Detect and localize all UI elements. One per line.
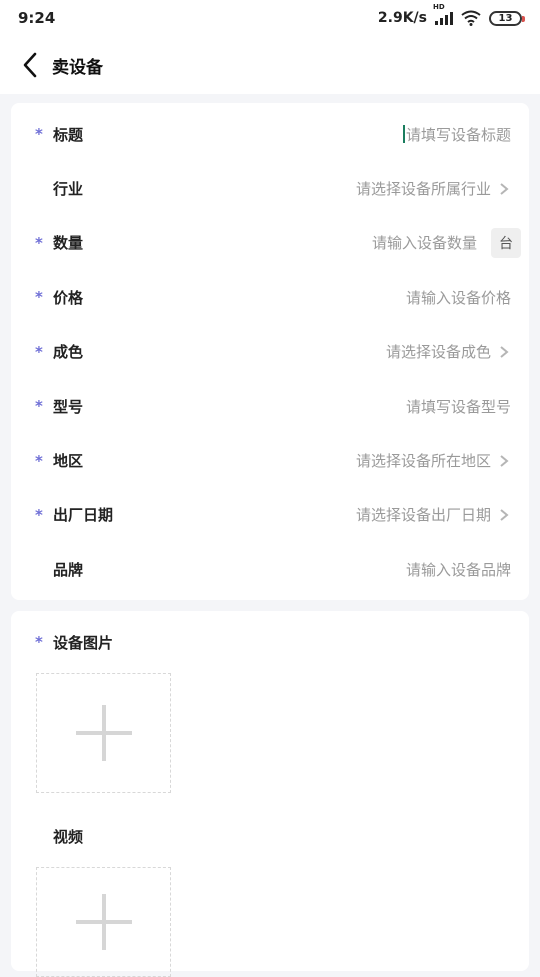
field-placeholder: 请输入设备数量 [371,234,477,253]
video-upload-button[interactable] [36,867,171,977]
images-label-row: * 设备图片 [11,611,529,673]
field-label: 数量 [53,234,84,253]
field-placeholder: 请选择设备所属行业 [355,180,491,199]
chevron-right-icon [500,182,509,195]
form-row[interactable]: * 型号 请填写设备型号 [11,379,529,433]
form-row[interactable]: * 出厂日期 请选择设备出厂日期 [11,488,529,542]
text-caret [402,125,405,144]
field-placeholder: 请选择设备出厂日期 [355,506,491,525]
chevron-left-icon [23,52,37,78]
field-placeholder: 请输入设备价格 [405,288,511,307]
net-speed: 2.9K/s [377,10,427,26]
form-row[interactable]: * 标题 请填写设备标题 [11,107,529,161]
field-input[interactable]: 请填写设备型号 [173,396,511,417]
field-label: 品牌 [53,560,84,579]
field-label: 出厂日期 [53,506,114,525]
form-row[interactable]: * 成色 请选择设备成色 [11,325,529,379]
hd-tag: HD [433,3,445,11]
chevron-right-icon [500,345,509,358]
required-star: * [35,233,43,252]
chevron-right-icon [500,509,509,521]
required-star: * [35,342,43,361]
field-placeholder: 请选择设备成色 [385,343,491,362]
field-select[interactable]: 请选择设备成色 [173,341,511,362]
form-row[interactable]: 品牌 请输入设备品牌 [11,542,529,596]
field-select[interactable]: 请选择设备所在地区 [173,450,511,471]
field-input[interactable]: 请输入设备数量 [173,232,477,253]
plus-icon [75,705,132,761]
page-title: 卖设备 [52,57,103,78]
plus-icon [75,894,132,950]
field-label: 价格 [53,288,84,307]
wifi-icon [461,10,481,26]
required-star: * [35,397,43,416]
unit-badge: 台 [491,227,521,258]
required-star: * [35,288,43,307]
required-star: * [35,633,43,651]
field-input[interactable]: 请输入设备品牌 [173,559,511,580]
cell-signal-icon: HD [433,3,453,25]
field-placeholder: 请输入设备品牌 [405,560,511,579]
field-select[interactable]: 请选择设备所属行业 [173,178,511,199]
form-row[interactable]: * 价格 请输入设备价格 [11,270,529,324]
form-row[interactable]: * 地区 请选择设备所在地区 [11,433,529,487]
form-row[interactable]: * 数量 请输入设备数量台 [11,216,529,270]
field-placeholder: 请填写设备型号 [405,397,511,416]
field-input[interactable]: 请填写设备标题 [173,124,511,145]
nav-bar: 卖设备 [0,36,540,94]
status-time: 9:24 [18,9,56,27]
media-card: * 设备图片 视频 [11,611,529,977]
field-placeholder: 请选择设备所在地区 [355,452,491,471]
image-upload-button[interactable] [36,673,171,793]
battery-icon: 13 [489,10,525,26]
video-label-row: 视频 [11,805,529,867]
back-button[interactable] [0,36,60,94]
field-label: 成色 [53,343,84,362]
form-row[interactable]: 行业 请选择设备所属行业 [11,161,529,215]
video-label: 视频 [53,827,84,846]
status-bar: 9:24 2.9K/s HD 13 [0,0,540,36]
required-star: * [35,505,43,524]
field-label: 标题 [53,125,84,144]
required-star: * [35,125,43,144]
form-card: * 标题 请填写设备标题 行业 请选择设备所属行业 * 数量 请输入设备数量台 * 价格 请输入设备… [11,103,529,600]
chevron-right-icon [500,454,509,467]
field-label: 地区 [53,452,84,471]
battery-level: 13 [498,12,513,24]
field-select[interactable]: 请选择设备出厂日期 [173,504,511,525]
required-star: * [35,451,43,470]
status-icons: 2.9K/s HD 13 [377,3,525,26]
images-label: 设备图片 [53,633,114,652]
field-label: 行业 [53,180,84,199]
field-label: 型号 [53,397,84,416]
field-input[interactable]: 请输入设备价格 [173,287,511,308]
field-placeholder: 请填写设备标题 [405,125,511,144]
